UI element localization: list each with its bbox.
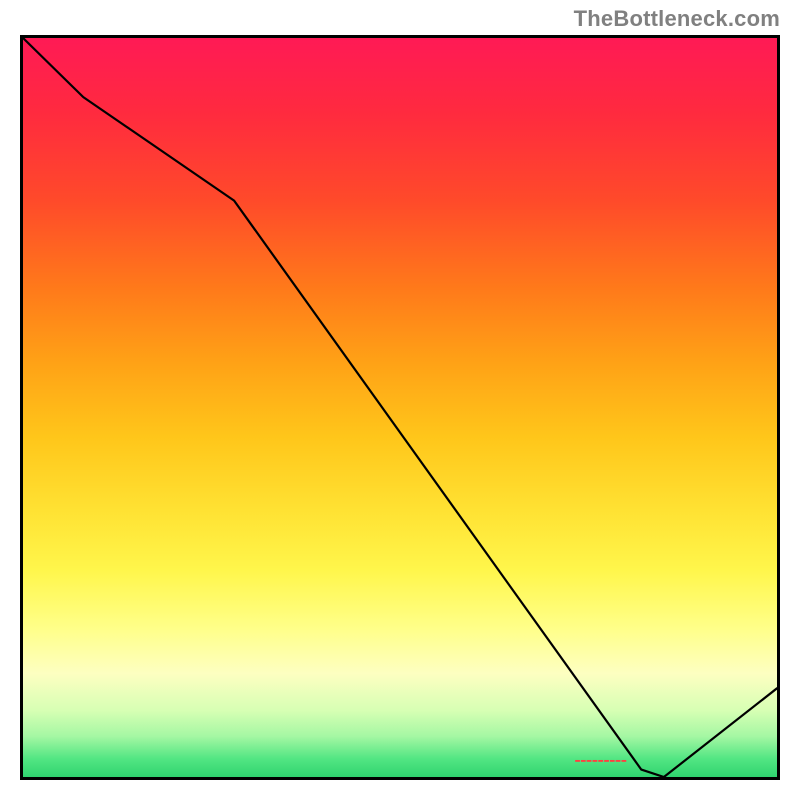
gradient-background [23, 38, 777, 777]
watermark-text: TheBottleneck.com [574, 6, 780, 32]
chart-container: TheBottleneck.com ▬▬▬▬▬▬▬▬▬ [0, 0, 800, 800]
plot-area: ▬▬▬▬▬▬▬▬▬ [20, 35, 780, 780]
min-annotation: ▬▬▬▬▬▬▬▬▬ [575, 756, 627, 765]
